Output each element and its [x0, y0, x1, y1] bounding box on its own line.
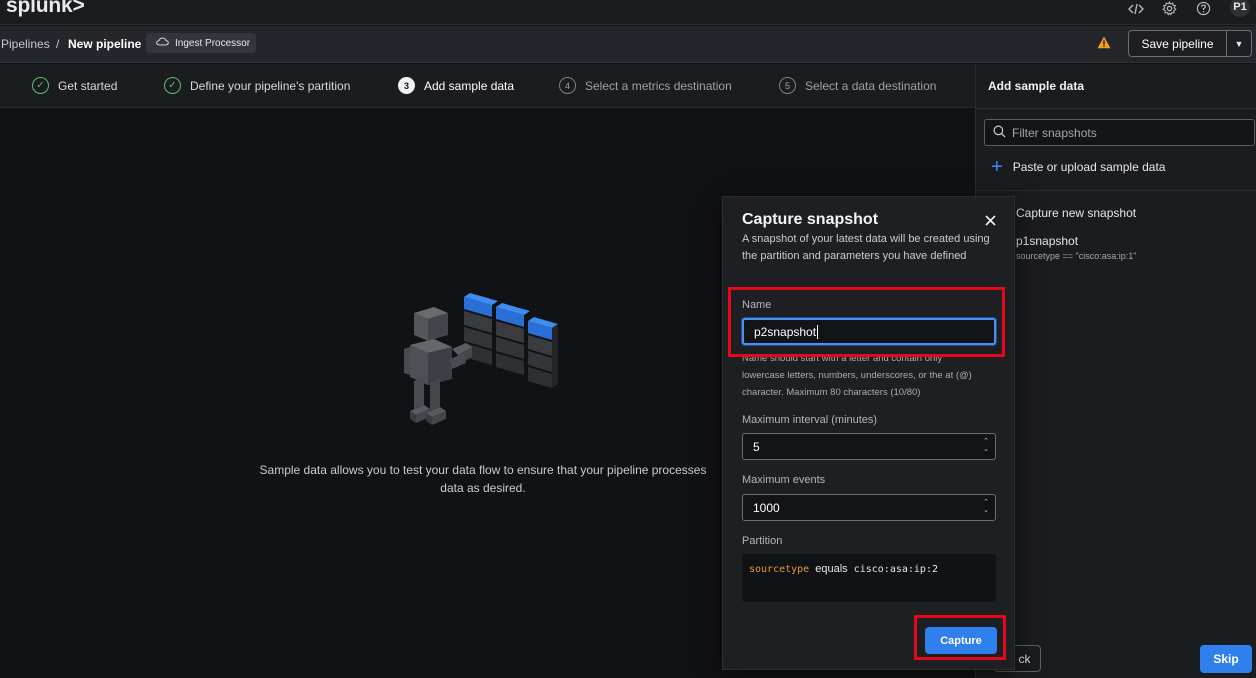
step-get-started[interactable]: ✓ Get started	[32, 77, 117, 94]
dialog-description: A snapshot of your latest data will be c…	[742, 233, 990, 262]
capture-new-snapshot-button[interactable]: Capture new snapshot	[1016, 206, 1136, 220]
chip-label: Ingest Processor	[175, 37, 251, 49]
step-data-destination[interactable]: 5 Select a data destination	[779, 77, 936, 94]
chevron-up-icon[interactable]: ⌃	[983, 499, 989, 507]
save-options-chevron-icon[interactable]: ▼	[1226, 30, 1252, 57]
save-pipeline-button[interactable]: Save pipeline	[1128, 30, 1227, 57]
partition-value: cisco:asa:ip:2	[853, 564, 938, 575]
step-label: Add sample data	[424, 78, 515, 93]
check-circle-icon: ✓	[32, 77, 49, 94]
chevron-down-icon[interactable]: ⌄	[983, 507, 989, 515]
step-label: Define your pipeline's partition	[190, 78, 351, 93]
partition-operator: equals	[815, 563, 848, 575]
skip-button[interactable]: Skip	[1200, 645, 1252, 673]
dialog-title: Capture snapshot	[742, 211, 879, 228]
gear-icon[interactable]	[1159, 0, 1179, 17]
partition-expression: sourcetype equals cisco:asa:ip:2	[742, 554, 996, 602]
divider	[976, 190, 1256, 191]
step-define-partition[interactable]: ✓ Define your pipeline's partition	[164, 77, 350, 94]
step-metrics-destination[interactable]: 4 Select a metrics destination	[559, 77, 732, 94]
interval-label: Maximum interval (minutes)	[742, 414, 878, 426]
close-icon[interactable]	[985, 214, 996, 230]
plus-icon: +	[991, 156, 1003, 178]
warning-icon[interactable]	[1097, 36, 1111, 50]
interval-stepper[interactable]: ⌃ ⌄	[983, 438, 989, 454]
chevron-up-icon[interactable]: ⌃	[983, 438, 989, 446]
paste-upload-button[interactable]: + Paste or upload sample data	[991, 156, 1166, 178]
ingest-processor-chip: Ingest Processor	[146, 33, 257, 53]
breadcrumb-current: New pipeline	[68, 37, 142, 51]
partition-field: sourcetype	[749, 564, 810, 575]
breadcrumb-separator: /	[56, 37, 60, 51]
user-avatar[interactable]: P1	[1230, 0, 1250, 17]
breadcrumb-pipelines[interactable]: Pipelines	[1, 37, 50, 51]
capture-snapshot-dialog: Capture snapshot A snapshot of your late…	[722, 196, 1015, 670]
check-circle-icon: ✓	[164, 77, 181, 94]
pipeline-header: Pipelines / New pipeline Ingest Processo…	[0, 26, 1256, 63]
step-number: 5	[779, 77, 796, 94]
sample-data-panel: Add sample data Filter snapshots + Paste…	[975, 64, 1256, 678]
paste-label: Paste or upload sample data	[1012, 160, 1166, 174]
max-interval-input[interactable]: 5 ⌃ ⌄	[742, 433, 996, 460]
events-stepper[interactable]: ⌃ ⌄	[983, 499, 989, 515]
wizard-stepper: ✓ Get started ✓ Define your pipeline's p…	[0, 64, 975, 108]
interval-value: 5	[753, 439, 760, 454]
step-number: 4	[559, 77, 576, 94]
cloud-icon	[156, 37, 169, 49]
partition-label: Partition	[742, 535, 783, 547]
name-help-text: Name should start with a letter and cont…	[742, 353, 972, 398]
step-number: 3	[398, 77, 415, 94]
highlight-capture-button	[914, 615, 1006, 660]
help-icon[interactable]	[1193, 0, 1213, 17]
robot-illustration	[400, 275, 570, 440]
search-icon	[993, 125, 1006, 141]
panel-title: Add sample data	[988, 79, 1085, 93]
splunk-logo[interactable]: splunk>	[6, 0, 85, 18]
empty-state-text: Sample data allows you to test your data…	[259, 463, 707, 495]
code-icon[interactable]	[1126, 0, 1146, 17]
top-bar: splunk> P1	[0, 0, 1256, 25]
step-add-sample-data[interactable]: 3 Add sample data	[398, 77, 514, 94]
snapshot-item-name[interactable]: p1snapshot	[1016, 234, 1078, 248]
highlight-name-field	[728, 287, 1005, 357]
step-label: Select a metrics destination	[585, 78, 732, 93]
max-events-input[interactable]: 1000 ⌃ ⌄	[742, 494, 996, 521]
chevron-down-icon[interactable]: ⌄	[983, 446, 989, 454]
step-label: Select a data destination	[805, 78, 937, 93]
events-value: 1000	[753, 500, 780, 515]
divider	[976, 108, 1256, 109]
filter-placeholder: Filter snapshots	[1012, 125, 1097, 140]
events-label: Maximum events	[742, 474, 826, 486]
filter-snapshots-input[interactable]: Filter snapshots	[984, 119, 1255, 146]
step-label: Get started	[58, 78, 118, 93]
snapshot-item-query: sourcetype == "cisco:asa:ip:1"	[1016, 251, 1137, 261]
